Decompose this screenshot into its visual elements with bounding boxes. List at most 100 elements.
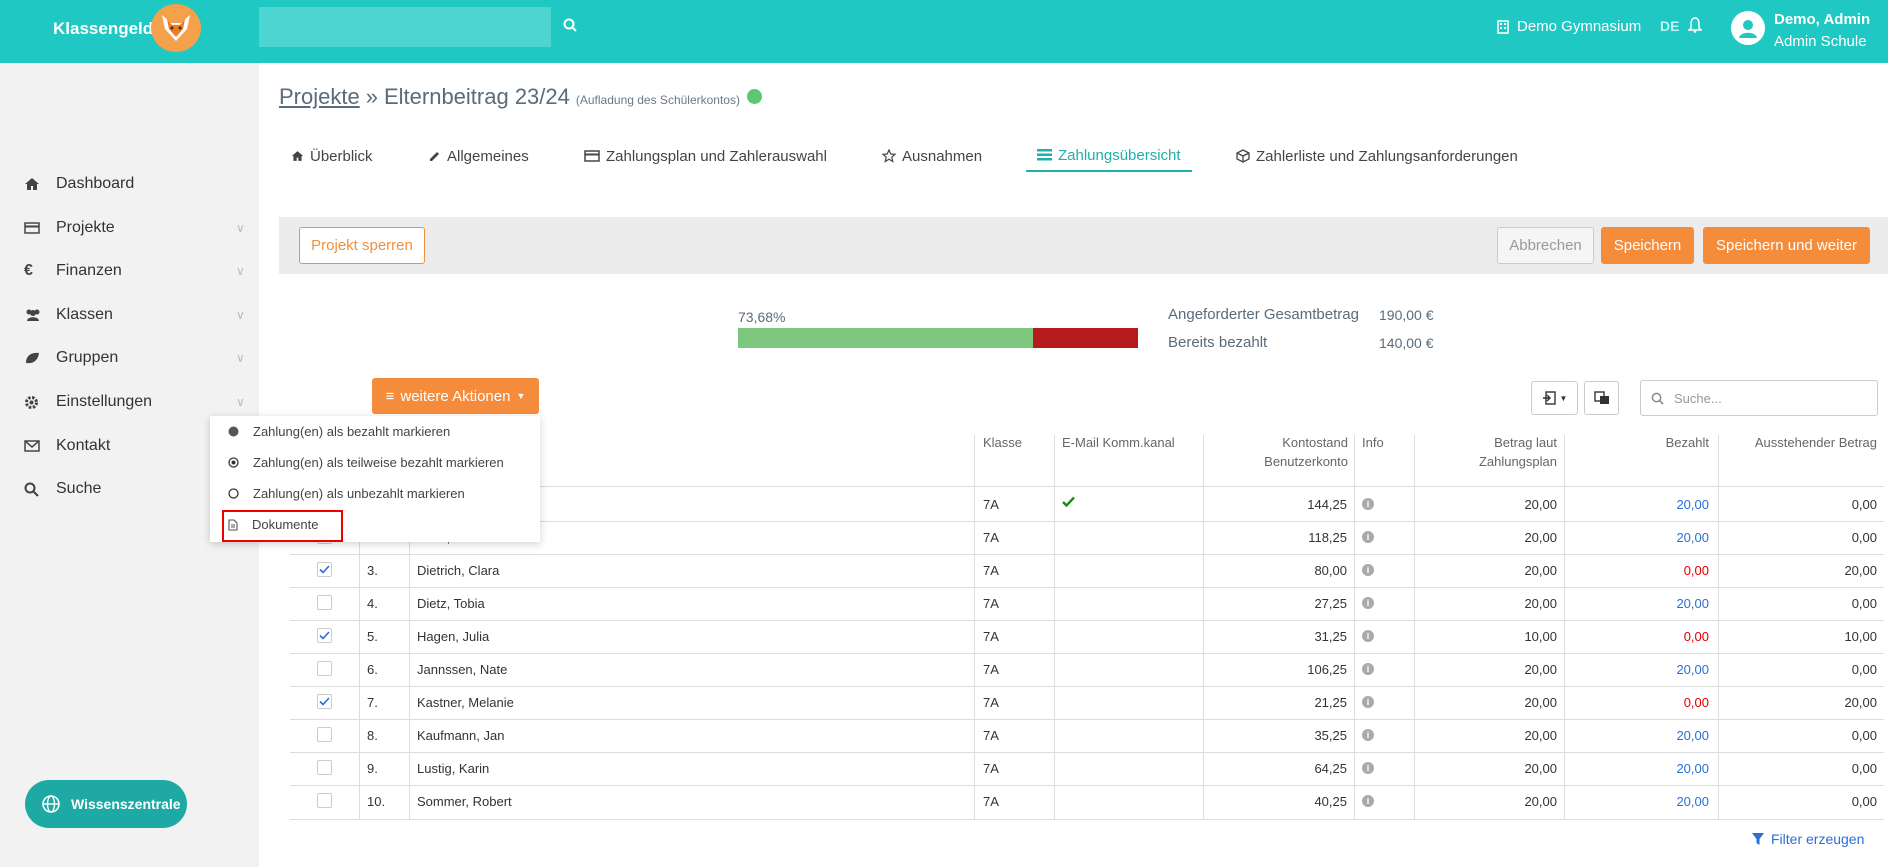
table-row[interactable]: 5. Hagen, Julia 7A 31,25 i 10,00 0,00 10,00: [290, 620, 1884, 653]
row-bezahlt[interactable]: 20,00: [1580, 794, 1709, 809]
table-row[interactable]: 10. Sommer, Robert 7A 40,25 i 20,00 20,00 0,00: [290, 785, 1884, 818]
tab-zahlungsuebersicht[interactable]: Zahlungsübersicht: [1026, 140, 1192, 172]
row-number: 4.: [367, 596, 378, 611]
row-name[interactable]: Lustig, Karin: [417, 761, 489, 776]
row-name[interactable]: Dietz, Tobia: [417, 596, 485, 611]
row-checkbox[interactable]: [317, 760, 332, 775]
help-center-button[interactable]: Wissenszentrale: [25, 780, 187, 828]
table-row[interactable]: 7. Kastner, Melanie 7A 21,25 i 20,00 0,00 20,00: [290, 686, 1884, 719]
chevron-down-icon[interactable]: ∨: [236, 395, 245, 409]
sidebar-item-finanzen[interactable]: € Finanzen ∨: [0, 251, 259, 291]
lock-project-button[interactable]: Projekt sperren: [299, 227, 425, 264]
sidebar-item-klassen[interactable]: Klassen ∨: [0, 295, 259, 335]
sidebar-item-dashboard[interactable]: Dashboard: [0, 164, 259, 204]
app-logo[interactable]: Klassengeld: [53, 19, 153, 39]
col-header-email[interactable]: E-Mail Komm.kanal: [1062, 433, 1175, 452]
row-betrag: 20,00: [1524, 563, 1557, 578]
tab-ueberblick[interactable]: Überblick: [291, 140, 373, 172]
save-and-continue-button[interactable]: Speichern und weiter: [1703, 227, 1870, 264]
row-checkbox[interactable]: [317, 793, 332, 808]
chevron-down-icon[interactable]: ∨: [236, 264, 245, 278]
school-selector[interactable]: Demo Gymnasium: [1497, 18, 1641, 35]
col-header-kontostand-line2: Benutzerkonto: [1264, 454, 1348, 469]
row-checkbox[interactable]: [317, 595, 332, 610]
tab-ausnahmen[interactable]: Ausnahmen: [882, 140, 982, 172]
chevron-down-icon[interactable]: ∨: [236, 221, 245, 235]
create-filter-link[interactable]: Filter erzeugen: [1751, 831, 1864, 847]
row-checkbox[interactable]: [317, 628, 332, 643]
info-icon[interactable]: i: [1362, 597, 1374, 609]
row-bezahlt[interactable]: 20,00: [1580, 530, 1709, 545]
menu-item-mark-paid[interactable]: Zahlung(en) als bezahlt markieren: [210, 416, 540, 447]
row-bezahlt[interactable]: 20,00: [1580, 728, 1709, 743]
row-name[interactable]: Sommer, Robert: [417, 794, 512, 809]
row-bezahlt[interactable]: 20,00: [1580, 596, 1709, 611]
row-klasse: 7A: [983, 497, 999, 512]
row-name[interactable]: Dietrich, Clara: [417, 563, 499, 578]
table-row[interactable]: 6. Jannssen, Nate 7A 106,25 i 20,00 20,00 0,00: [290, 653, 1884, 686]
export-dropdown-button[interactable]: ▼: [1531, 381, 1578, 415]
tab-zahlungsplan[interactable]: Zahlungsplan und Zahlerauswahl: [584, 140, 827, 172]
row-bezahlt[interactable]: 0,00: [1580, 695, 1709, 710]
row-checkbox[interactable]: [317, 562, 332, 577]
sidebar-item-label: Suche: [56, 480, 102, 497]
table-row[interactable]: 4. Dietz, Tobia 7A 27,25 i 20,00 20,00 0,00: [290, 587, 1884, 620]
breadcrumb-projects-link[interactable]: Projekte: [279, 84, 360, 110]
info-icon[interactable]: i: [1362, 630, 1374, 642]
info-icon[interactable]: i: [1362, 696, 1374, 708]
row-name[interactable]: Kastner, Melanie: [417, 695, 514, 710]
info-icon[interactable]: i: [1362, 564, 1374, 576]
row-bezahlt[interactable]: 20,00: [1580, 662, 1709, 677]
table-row[interactable]: 9. Lustig, Karin 7A 64,25 i 20,00 20,00 0,00: [290, 752, 1884, 785]
table-row[interactable]: 3. Dietrich, Clara 7A 80,00 i 20,00 0,00 20,00: [290, 554, 1884, 587]
global-search-input[interactable]: [259, 7, 551, 47]
row-betrag: 20,00: [1524, 695, 1557, 710]
row-name[interactable]: Kaufmann, Jan: [417, 728, 504, 743]
more-actions-button[interactable]: ≡ weitere Aktionen ▼: [372, 378, 539, 414]
info-icon[interactable]: i: [1362, 729, 1374, 741]
sidebar-item-gruppen[interactable]: Gruppen ∨: [0, 338, 259, 378]
row-bezahlt[interactable]: 20,00: [1580, 497, 1709, 512]
row-bezahlt[interactable]: 20,00: [1580, 761, 1709, 776]
info-icon[interactable]: i: [1362, 762, 1374, 774]
fox-logo-icon[interactable]: [151, 4, 201, 52]
row-name[interactable]: Jannssen, Nate: [417, 662, 507, 677]
info-icon[interactable]: i: [1362, 795, 1374, 807]
bell-icon[interactable]: [1687, 17, 1703, 36]
columns-toggle-button[interactable]: [1584, 381, 1619, 415]
menu-item-mark-partially-paid[interactable]: Zahlung(en) als teilweise bezahlt markie…: [210, 447, 540, 478]
menu-item-mark-unpaid[interactable]: Zahlung(en) als unbezahlt markieren: [210, 478, 540, 509]
row-klasse: 7A: [983, 596, 999, 611]
col-header-bezahlt[interactable]: Bezahlt: [1580, 433, 1709, 452]
search-icon[interactable]: [563, 18, 577, 35]
info-icon[interactable]: i: [1362, 663, 1374, 675]
col-header-klasse[interactable]: Klasse: [983, 433, 1022, 452]
chevron-down-icon[interactable]: ∨: [236, 308, 245, 322]
tab-allgemeines[interactable]: Allgemeines: [428, 140, 529, 172]
table-row[interactable]: 8. Kaufmann, Jan 7A 35,25 i 20,00 20,00 0,00: [290, 719, 1884, 752]
sidebar-item-projekte[interactable]: Projekte ∨: [0, 208, 259, 248]
row-name[interactable]: Hagen, Julia: [417, 629, 489, 644]
col-header-kontostand[interactable]: Kontostand Benutzerkonto: [1204, 433, 1348, 471]
table-search-input[interactable]: Suche...: [1640, 380, 1878, 416]
row-checkbox[interactable]: [317, 661, 332, 676]
top-bar: Klassengeld Demo Gymnasium DE Demo, Admi…: [0, 0, 1888, 63]
row-checkbox[interactable]: [317, 727, 332, 742]
info-icon[interactable]: i: [1362, 498, 1374, 510]
avatar[interactable]: [1731, 11, 1765, 45]
cancel-button[interactable]: Abbrechen: [1497, 227, 1594, 264]
row-bezahlt[interactable]: 0,00: [1580, 629, 1709, 644]
user-name[interactable]: Demo, Admin: [1774, 11, 1870, 28]
col-header-info[interactable]: Info: [1362, 433, 1384, 452]
row-bezahlt[interactable]: 0,00: [1580, 563, 1709, 578]
save-button[interactable]: Speichern: [1601, 227, 1694, 264]
language-switch[interactable]: DE: [1660, 18, 1679, 34]
col-header-ausstehend[interactable]: Ausstehender Betrag: [1720, 433, 1877, 452]
row-divider: [290, 620, 1884, 621]
col-header-betrag[interactable]: Betrag laut Zahlungsplan: [1420, 433, 1557, 471]
row-betrag: 20,00: [1524, 794, 1557, 809]
info-icon[interactable]: i: [1362, 531, 1374, 543]
tab-zahlerliste[interactable]: Zahlerliste und Zahlungsanforderungen: [1236, 140, 1518, 172]
chevron-down-icon[interactable]: ∨: [236, 351, 245, 365]
row-checkbox[interactable]: [317, 694, 332, 709]
